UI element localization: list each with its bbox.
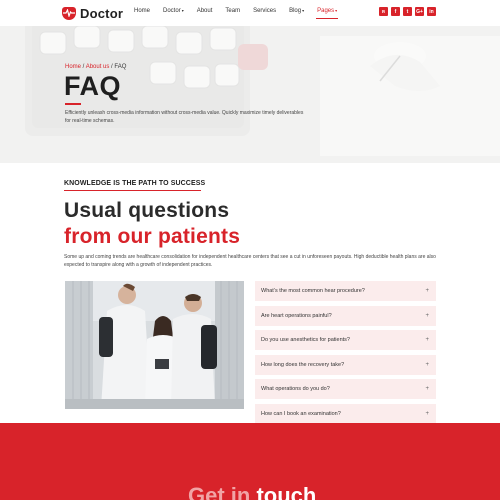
faq-item[interactable]: How can I book an examination? +: [255, 403, 436, 424]
social-links: ʀ f t G+ in: [379, 7, 436, 16]
faq-question: How can I book an examination?: [261, 410, 341, 417]
main-nav: Home Doctor▾ About Team Services Blog▾ P…: [133, 0, 339, 22]
plus-icon[interactable]: +: [425, 362, 429, 368]
faq-question: How long does the recovery take?: [261, 361, 345, 368]
logo[interactable]: Doctor: [62, 5, 123, 21]
page-title: FAQ: [64, 71, 122, 101]
plus-icon[interactable]: +: [425, 313, 429, 319]
faq-question: Are heart operations painful?: [261, 312, 332, 319]
doctors-photo: [65, 281, 244, 409]
nav-pages[interactable]: Pages▾: [316, 4, 339, 19]
nav-doctor[interactable]: Doctor▾: [162, 4, 185, 18]
breadcrumb-home[interactable]: Home: [65, 64, 81, 70]
plus-icon[interactable]: +: [425, 386, 429, 392]
cta-title: Get in touch: [188, 483, 316, 500]
section-lead: Some up and coming trends are healthcare…: [64, 254, 436, 268]
cta-title-part1: Get in: [188, 483, 257, 500]
chevron-down-icon: ▾: [302, 8, 305, 13]
hero-description: Efficiently unleash cross-media informat…: [65, 110, 304, 124]
logo-text: Doctor: [80, 5, 124, 21]
plus-icon[interactable]: +: [425, 411, 429, 417]
section-kicker: KNOWLEDGE IS THE PATH TO SUCCESS: [64, 180, 206, 187]
section-heading-line1: Usual questions: [64, 199, 230, 222]
breadcrumb: Home / About us / FAQ: [65, 64, 127, 70]
page-hero: Home / About us / FAQ FAQ Efficiently un…: [0, 26, 500, 163]
google-plus-icon[interactable]: G+: [415, 7, 424, 16]
heart-pulse-icon: [62, 6, 76, 20]
breadcrumb-about[interactable]: About us: [86, 64, 110, 70]
plus-icon[interactable]: +: [425, 288, 429, 294]
nav-about[interactable]: About: [196, 4, 214, 18]
faq-item[interactable]: Do you use anesthetics for patients? +: [255, 330, 436, 351]
faq-question: What operations do you do?: [261, 386, 330, 393]
faq-item[interactable]: Are heart operations painful? +: [255, 305, 436, 326]
nav-team[interactable]: Team: [224, 4, 241, 18]
faq-accordion: What’s the most common hear procedure? +…: [255, 281, 436, 429]
nav-home[interactable]: Home: [133, 4, 151, 18]
linkedin-icon[interactable]: in: [427, 7, 436, 16]
breadcrumb-current: FAQ: [114, 64, 127, 70]
chevron-down-icon: ▾: [335, 8, 338, 13]
plus-icon[interactable]: +: [425, 337, 429, 343]
nav-blog[interactable]: Blog▾: [288, 4, 305, 18]
faq-question: Do you use anesthetics for patients?: [261, 337, 350, 344]
cta-title-part2: touch: [256, 483, 317, 500]
nav-services[interactable]: Services: [252, 4, 277, 18]
kicker-underline: [64, 190, 201, 191]
site-header: Doctor Home Doctor▾ About Team Services …: [0, 0, 500, 26]
faq-question: What’s the most common hear procedure?: [261, 288, 365, 294]
faq-item[interactable]: What operations do you do? +: [255, 379, 436, 400]
title-underline: [65, 103, 81, 105]
rss-icon[interactable]: ʀ: [379, 7, 388, 16]
section-heading-line2: from our patients: [64, 225, 241, 248]
facebook-icon[interactable]: f: [391, 7, 400, 16]
contact-cta-section: Get in touch: [0, 423, 500, 500]
faq-item[interactable]: What’s the most common hear procedure? +: [255, 281, 436, 301]
twitter-icon[interactable]: t: [403, 7, 412, 16]
faq-item[interactable]: How long does the recovery take? +: [255, 354, 436, 375]
chevron-down-icon: ▾: [181, 8, 184, 13]
